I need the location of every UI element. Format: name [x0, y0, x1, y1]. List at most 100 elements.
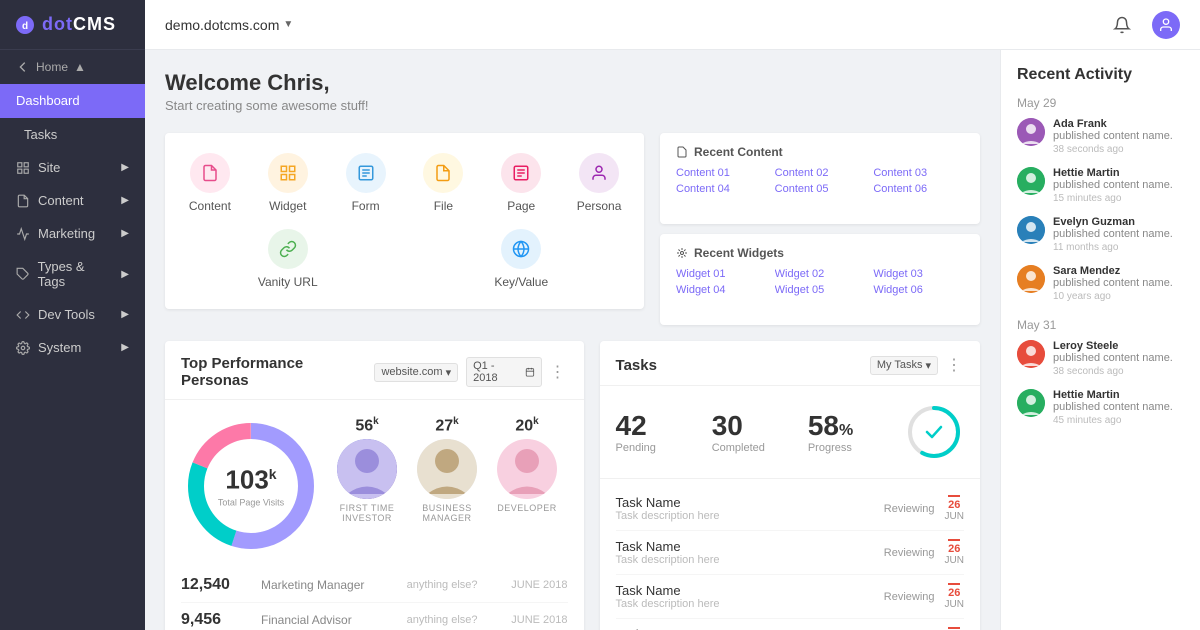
- domain-text: demo.dotcms.com: [165, 17, 279, 33]
- recent-content-5[interactable]: Content 05: [775, 183, 866, 195]
- form-quick-icon: [346, 153, 386, 193]
- recent-content-icon: [676, 146, 688, 158]
- notifications-button[interactable]: [1108, 11, 1136, 39]
- tasks-filter-text: My Tasks: [877, 359, 923, 371]
- activity-avatar-img-4: [1017, 265, 1045, 293]
- recent-widgets-title: Recent Widgets: [694, 246, 784, 260]
- activity-avatar-img-5: [1017, 340, 1045, 368]
- recent-widget-2[interactable]: Widget 02: [775, 268, 866, 280]
- quick-link-content[interactable]: Content: [171, 145, 249, 221]
- quick-link-form[interactable]: Form: [327, 145, 405, 221]
- activity-item-6: Hettie Martin published content name. 45…: [1017, 389, 1184, 426]
- activity-name-3: Evelyn Guzman: [1053, 216, 1184, 228]
- tasks-panel: Tasks My Tasks ▾ ⋮ 42 P: [600, 341, 980, 630]
- sidebar-item-system[interactable]: System ▶: [0, 331, 145, 364]
- recent-widget-6[interactable]: Widget 06: [873, 284, 964, 296]
- sidebar-item-dev-tools[interactable]: Dev Tools ▶: [0, 298, 145, 331]
- data-meta-1: anything else?: [407, 579, 478, 591]
- donut-number: 103k: [218, 465, 284, 496]
- keyvalue-quick-icon: [501, 229, 541, 269]
- content-label: Content: [38, 193, 84, 208]
- persona-2-avatar: [417, 439, 477, 499]
- activity-item-2: Hettie Martin published content name. 15…: [1017, 167, 1184, 204]
- tasks-more-button[interactable]: ⋮: [946, 355, 964, 375]
- site-chevron: ▶: [121, 162, 129, 173]
- recent-content-4[interactable]: Content 04: [676, 183, 767, 195]
- recent-widget-icon: [676, 247, 688, 259]
- recent-widget-5[interactable]: Widget 05: [775, 284, 866, 296]
- persona-3: 20k DEVELOPER: [497, 416, 557, 523]
- svg-text:d: d: [22, 21, 28, 32]
- data-date-1: JUNE 2018: [488, 579, 568, 591]
- completed-num: 30: [712, 410, 792, 442]
- recent-content-2[interactable]: Content 02: [775, 167, 866, 179]
- page-svg: [512, 164, 530, 182]
- task-2-status: Reviewing: [884, 547, 935, 559]
- activity-avatar-img-3: [1017, 216, 1045, 244]
- site-icon: [16, 161, 30, 175]
- website-filter[interactable]: website.com ▾: [374, 363, 458, 382]
- sidebar-item-content[interactable]: Content ▶: [0, 184, 145, 217]
- activity-item-1: Ada Frank published content name. 38 sec…: [1017, 118, 1184, 155]
- activity-time-5: 38 seconds ago: [1053, 366, 1184, 377]
- recent-content-1[interactable]: Content 01: [676, 167, 767, 179]
- recent-widget-1[interactable]: Widget 01: [676, 268, 767, 280]
- back-button[interactable]: Home ▲: [0, 50, 145, 84]
- quick-link-keyvalue[interactable]: Key/Value: [405, 221, 639, 297]
- personas-panel: Top Performance Personas website.com ▾ Q…: [165, 341, 584, 630]
- task-2-date-num: 26: [948, 539, 960, 555]
- quick-link-page[interactable]: Page: [482, 145, 560, 221]
- domain-selector[interactable]: demo.dotcms.com ▼: [165, 17, 293, 33]
- task-1-date-num: 26: [948, 495, 960, 511]
- recent-content-6[interactable]: Content 06: [873, 183, 964, 195]
- calendar-icon: [525, 367, 535, 377]
- recent-widget-4[interactable]: Widget 04: [676, 284, 767, 296]
- sidebar-item-tasks[interactable]: Tasks: [0, 118, 145, 151]
- welcome-subtitle: Start creating some awesome stuff!: [165, 98, 980, 113]
- user-avatar[interactable]: [1152, 11, 1180, 39]
- quick-link-widget[interactable]: Widget: [249, 145, 327, 221]
- activity-text-3: Evelyn Guzman published content name. 11…: [1053, 216, 1184, 253]
- persona-2-num: 27k: [435, 416, 458, 435]
- content-icon: [16, 194, 30, 208]
- period-filter-text: Q1 - 2018: [473, 360, 522, 384]
- progress-label: Progress: [808, 442, 888, 454]
- activity-action-5: published content name.: [1053, 352, 1184, 364]
- main-wrap: demo.dotcms.com ▼ Welcome Chris, Start c…: [145, 0, 1200, 630]
- back-icon: [16, 60, 30, 74]
- top-row: Content Widget Form: [165, 133, 980, 325]
- personas-more-button[interactable]: ⋮: [550, 362, 568, 382]
- sidebar-item-types-tags[interactable]: Types & Tags ▶: [0, 250, 145, 298]
- dashboard-label: Dashboard: [16, 93, 80, 108]
- task-2-name: Task Name: [616, 539, 874, 554]
- recent-content-3[interactable]: Content 03: [873, 167, 964, 179]
- form-link-label: Form: [352, 199, 380, 213]
- quick-link-persona[interactable]: Persona: [560, 145, 638, 221]
- task-1-date: 26 JUN: [945, 495, 964, 522]
- activity-name-6: Hettie Martin: [1053, 389, 1184, 401]
- system-chevron: ▶: [121, 342, 129, 353]
- back-label: Home: [36, 60, 68, 74]
- quick-link-vanity[interactable]: Vanity URL: [171, 221, 405, 297]
- sidebar-item-marketing[interactable]: Marketing ▶: [0, 217, 145, 250]
- keyvalue-link-label: Key/Value: [494, 275, 548, 289]
- persona-svg: [590, 164, 608, 182]
- dev-label: Dev Tools: [38, 307, 95, 322]
- page-link-label: Page: [507, 199, 535, 213]
- period-filter[interactable]: Q1 - 2018: [466, 357, 541, 387]
- persona-1: 56k FIRST TIMEINV: [337, 416, 397, 523]
- completed-label: Completed: [712, 442, 792, 454]
- widget-quick-icon: [268, 153, 308, 193]
- logo: d dotCMS: [0, 0, 145, 50]
- recent-boxes: Recent Content Content 01 Content 02 Con…: [660, 133, 980, 325]
- tasks-filter[interactable]: My Tasks ▾: [870, 356, 938, 375]
- recent-widget-3[interactable]: Widget 03: [873, 268, 964, 280]
- content-area: Welcome Chris, Start creating some aweso…: [145, 50, 1200, 630]
- sidebar-item-dashboard[interactable]: Dashboard: [0, 84, 145, 118]
- quick-link-file[interactable]: File: [404, 145, 482, 221]
- task-2-info: Task Name Task description here: [616, 539, 874, 566]
- activity-date-may29: May 29: [1017, 96, 1184, 110]
- sidebar-item-site[interactable]: Site ▶: [0, 151, 145, 184]
- activity-date-may31: May 31: [1017, 318, 1184, 332]
- task-2-date: 26 JUN: [945, 539, 964, 566]
